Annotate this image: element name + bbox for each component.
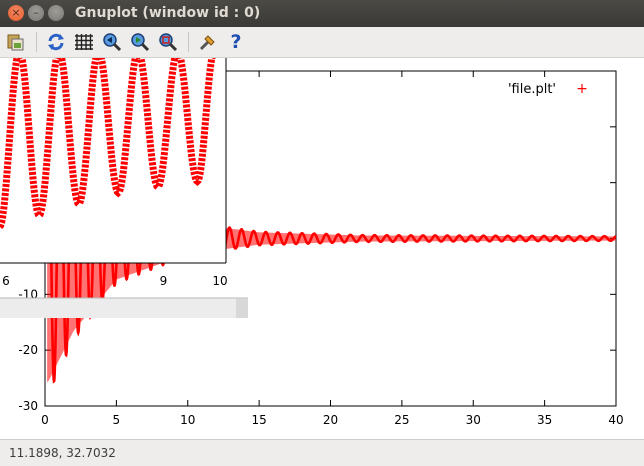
x-tick-label: 5 (113, 413, 121, 427)
x-tick-label: 15 (251, 413, 266, 427)
x-tick-label: 25 (394, 413, 409, 427)
toolbar-separator (188, 32, 189, 52)
stale-panel-grip (236, 299, 248, 318)
y-tick-label: -30 (18, 399, 38, 413)
x-tick-label: 30 (466, 413, 481, 427)
help-icon[interactable]: ? (226, 32, 246, 52)
title-bar: × – Gnuplot (window id : 0) (0, 0, 644, 27)
plot-svg: 0510152025303540-30-20-100102030 'file.p… (0, 52, 624, 427)
minimize-icon: – (33, 6, 39, 19)
inset-x-tick-label: 9 (160, 274, 168, 288)
x-tick-label: 20 (323, 413, 338, 427)
autoscale-icon[interactable] (158, 32, 178, 52)
legend-label: 'file.plt' (508, 82, 556, 97)
options-icon[interactable] (198, 32, 218, 52)
maximize-button[interactable] (48, 5, 64, 21)
toolbar: ? (0, 27, 644, 58)
x-tick-label: 40 (608, 413, 623, 427)
legend-marker: + (576, 81, 588, 97)
y-tick-label: -20 (18, 343, 38, 357)
plot-canvas[interactable]: 0510152025303540-30-20-100102030 'file.p… (0, 52, 644, 439)
minimize-button[interactable]: – (28, 5, 44, 21)
x-tick-label: 0 (41, 413, 49, 427)
x-tick-label: 10 (180, 413, 195, 427)
status-bar: 11.1898, 32.7032 (0, 439, 644, 466)
previous-zoom-icon[interactable] (102, 32, 122, 52)
window-title: Gnuplot (window id : 0) (75, 5, 261, 21)
x-tick-label: 35 (537, 413, 552, 427)
copy-to-clipboard-icon[interactable] (6, 32, 26, 52)
replot-icon[interactable] (46, 32, 66, 52)
close-icon: × (11, 6, 21, 19)
stale-panel-strip (0, 298, 248, 318)
grid-icon[interactable] (74, 32, 94, 52)
cursor-coordinates: 11.1898, 32.7032 (9, 446, 116, 460)
inset-x-tick-label: 6 (2, 274, 10, 288)
next-zoom-icon[interactable] (130, 32, 150, 52)
close-button[interactable]: × (8, 5, 24, 21)
inset-x-tick-label: 10 (212, 274, 227, 288)
toolbar-separator (36, 32, 37, 52)
